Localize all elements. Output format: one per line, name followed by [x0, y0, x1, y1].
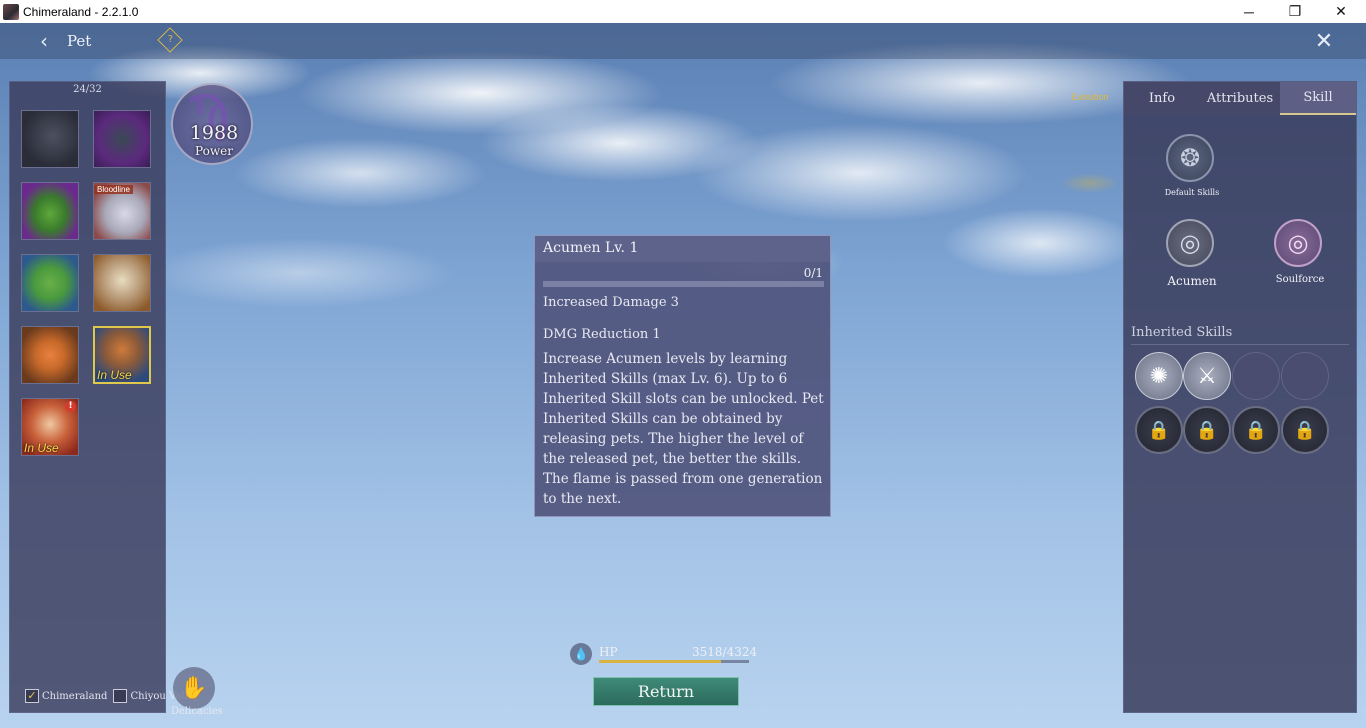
minimize-button[interactable]: ─	[1226, 0, 1272, 23]
close-window-button[interactable]: ✕	[1318, 0, 1364, 23]
inherited-skill-slot-locked[interactable]: 🔒	[1183, 406, 1231, 454]
power-label: Power	[195, 144, 233, 158]
evolution-icon[interactable]: Evolution	[1070, 83, 1110, 111]
app-icon	[3, 3, 19, 20]
chimeraland-label: Chimeraland	[42, 690, 108, 702]
pet-portrait-icon	[22, 327, 78, 383]
pet-slot-selected[interactable]: In Use	[93, 326, 151, 384]
default-skills-button[interactable]: ❂	[1166, 134, 1214, 182]
power-badge: Ϡ 1988 Power	[171, 83, 253, 165]
hp-label: HP	[599, 645, 618, 659]
lock-icon: 🔒	[1244, 419, 1268, 441]
inherited-skill-slot[interactable]: ⚔	[1183, 352, 1231, 400]
feed-hand-icon: ✋	[173, 667, 215, 709]
pet-list-panel: 24/32 Bloodline In Use ! In Use	[9, 81, 166, 713]
pet-slot[interactable]	[21, 182, 79, 240]
bloodline-badge: Bloodline	[94, 185, 133, 194]
skill-tooltip: Acumen Lv. 1 0/1 Increased Damage 3 DMG …	[534, 235, 831, 517]
acumen-icon: ◎	[1179, 229, 1201, 257]
in-use-label: In Use	[97, 368, 132, 382]
window-title: Chimeraland - 2.2.1.0	[23, 4, 139, 19]
pet-slot[interactable]	[21, 110, 79, 168]
game-scene: ‹ Pet ? ✕ 24/32 Bloodline In Use ! In Us…	[0, 23, 1366, 728]
pet-portrait-icon	[22, 255, 78, 311]
skill-claw-icon: ✺	[1149, 363, 1169, 389]
delicacies-label: Delicacies	[171, 706, 223, 717]
hp-bar	[599, 660, 749, 663]
maximize-button[interactable]: ❐	[1272, 0, 1318, 23]
hp-bar-fill	[599, 660, 722, 663]
tab-info[interactable]: Info	[1124, 82, 1200, 115]
pet-portrait-icon	[22, 111, 78, 167]
soulforce-skill-button[interactable]: ◎	[1274, 219, 1322, 267]
tooltip-progress-bar	[543, 281, 824, 287]
pet-slot[interactable]	[21, 254, 79, 312]
pet-slot[interactable]: Bloodline	[93, 182, 151, 240]
acumen-label: Acumen	[1167, 274, 1217, 288]
tab-bar: Info Attributes Skill	[1124, 82, 1356, 115]
tooltip-description: Increase Acumen levels by learning Inher…	[543, 351, 824, 507]
soulforce-label: Soulforce	[1275, 274, 1325, 285]
evolution-glow	[1060, 173, 1120, 193]
pet-portrait-icon	[94, 255, 150, 311]
in-use-label: In Use	[24, 441, 59, 455]
inherited-skill-slot-locked[interactable]: 🔒	[1135, 406, 1183, 454]
inherited-skill-slot-locked[interactable]: 🔒	[1232, 406, 1280, 454]
window-titlebar: Chimeraland - 2.2.1.0 ─ ❐ ✕	[0, 0, 1366, 23]
close-icon[interactable]: ✕	[1312, 29, 1336, 54]
lock-icon: 🔒	[1293, 419, 1317, 441]
back-arrow-icon[interactable]: ‹	[32, 29, 56, 53]
tab-attributes[interactable]: Attributes	[1200, 82, 1280, 115]
page-title: Pet	[67, 32, 92, 50]
chiyou-checkbox[interactable]	[113, 689, 128, 703]
tooltip-stat-damage: Increased Damage 3	[543, 295, 679, 310]
tab-skill[interactable]: Skill	[1280, 82, 1356, 115]
delicacies-button[interactable]: ✋ Delicacies	[171, 667, 223, 717]
skill-panel: Info Attributes Skill ❂ Default Skills ◎…	[1123, 81, 1357, 713]
inherited-skill-slot-locked[interactable]: 🔒	[1281, 406, 1329, 454]
pet-portrait-icon	[94, 111, 150, 167]
pet-slot[interactable]	[93, 110, 151, 168]
tooltip-title: Acumen Lv. 1	[543, 240, 639, 256]
chimeraland-checkbox[interactable]: ✓	[25, 689, 39, 703]
default-skills-label: Default Skills	[1164, 188, 1220, 197]
inherited-skill-slot-empty[interactable]	[1281, 352, 1329, 400]
inherited-skill-slot[interactable]: ✺	[1135, 352, 1183, 400]
hp-drop-icon: 💧	[570, 643, 592, 665]
top-bar	[0, 23, 1366, 59]
hp-display: 💧 HP 3518/4324	[570, 643, 760, 667]
inherited-skills-title: Inherited Skills	[1131, 325, 1233, 340]
pet-slot[interactable]	[93, 254, 151, 312]
pet-count: 24/32	[73, 84, 102, 95]
pet-slot[interactable]: ! In Use	[21, 398, 79, 456]
power-value: 1988	[189, 122, 239, 144]
skill-slash-icon: ⚔	[1197, 363, 1217, 389]
tooltip-stat-reduction: DMG Reduction 1	[543, 327, 661, 342]
alert-icon: !	[65, 401, 76, 412]
return-button[interactable]: Return	[593, 677, 739, 706]
pet-slot[interactable]	[21, 326, 79, 384]
section-divider	[1131, 344, 1349, 345]
default-skill-icon: ❂	[1179, 144, 1201, 172]
tooltip-header: Acumen Lv. 1	[535, 236, 830, 262]
hp-value: 3518/4324	[692, 645, 758, 659]
lock-icon: 🔒	[1195, 419, 1219, 441]
lock-icon: 🔒	[1147, 419, 1171, 441]
tooltip-progress: 0/1	[803, 266, 823, 280]
pet-portrait-icon	[22, 183, 78, 239]
acumen-skill-button[interactable]: ◎	[1166, 219, 1214, 267]
inherited-skill-slot-empty[interactable]	[1232, 352, 1280, 400]
soulforce-icon: ◎	[1287, 229, 1309, 257]
